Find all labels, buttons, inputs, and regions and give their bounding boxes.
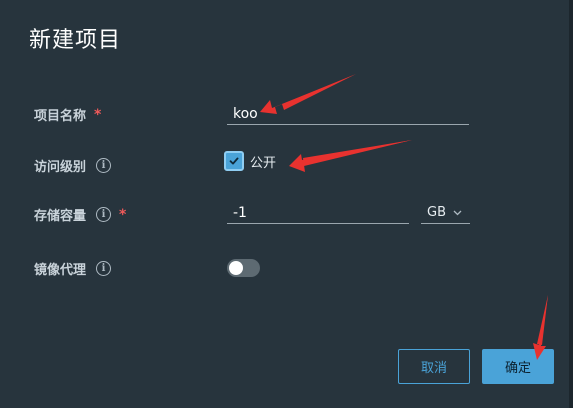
info-icon[interactable]: i (96, 158, 112, 173)
checkmark-icon (229, 157, 239, 165)
mirror-proxy-label: 镜像代理 (34, 263, 87, 278)
storage-unit-select[interactable]: GB (421, 202, 470, 224)
toggle-knob (229, 261, 243, 275)
cancel-button[interactable]: 取消 (398, 349, 470, 384)
mirror-proxy-label-row: 镜像代理 i (34, 259, 112, 278)
required-mark: * (94, 106, 102, 123)
public-checkbox-wrap[interactable]: 公开 (224, 151, 276, 171)
access-level-label-row: 访问级别 i (34, 156, 112, 175)
new-project-dialog: 新建项目 项目名称 * 访问级别 i 公开 存储容量 i * GB 镜像代理 (0, 0, 573, 408)
public-checkbox[interactable] (224, 151, 244, 171)
info-icon[interactable]: i (96, 261, 112, 276)
project-name-label-row: 项目名称 * (34, 105, 102, 125)
access-level-label: 访问级别 (34, 160, 87, 175)
required-mark: * (119, 206, 127, 223)
annotation-arrow (289, 140, 412, 172)
chevron-down-icon (453, 210, 462, 216)
storage-capacity-label-row: 存储容量 i * (34, 205, 127, 225)
confirm-button[interactable]: 确定 (482, 349, 554, 384)
project-name-label: 项目名称 (34, 109, 87, 124)
project-name-input[interactable] (227, 103, 469, 125)
public-checkbox-label: 公开 (250, 155, 277, 171)
storage-capacity-input[interactable] (227, 202, 409, 224)
storage-unit-value: GB (427, 205, 446, 220)
mirror-proxy-toggle[interactable] (227, 259, 260, 277)
info-icon[interactable]: i (96, 207, 112, 222)
dialog-title: 新建项目 (29, 28, 122, 53)
dialog-edge (569, 0, 573, 408)
storage-capacity-label: 存储容量 (34, 209, 87, 224)
